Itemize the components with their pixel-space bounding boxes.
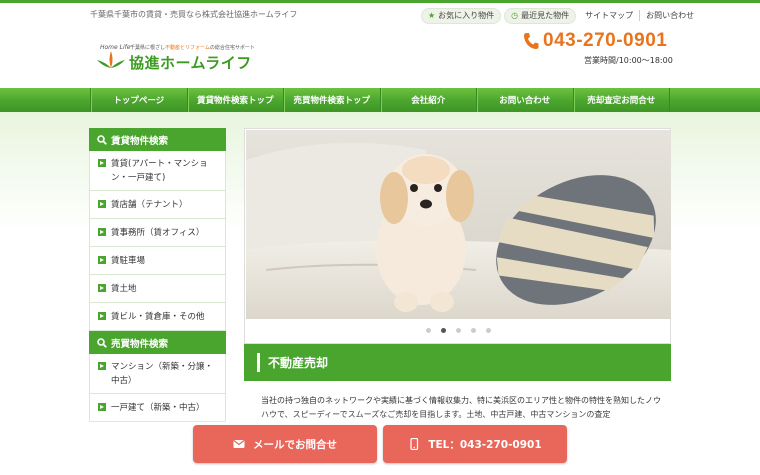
nav-item-rental-search[interactable]: 賃貸物件検索トップ [186,88,284,112]
arrow-bullet-icon [98,284,106,292]
section-heading: 不動産売却 [244,344,671,381]
star-icon: ★ [428,11,436,20]
slider-dot-active[interactable] [441,328,446,333]
favorites-label: お気に入り物件 [438,11,495,20]
clock-icon: ◷ [511,11,519,20]
business-hours: 営業時間/10:00～18:00 [584,56,673,65]
tel-contact-label: TEL：043-270-0901 [428,438,542,451]
sidebar-item-rental-other[interactable]: 賃ビル・賃倉庫・その他 [89,303,226,331]
sidebar-heading-rental: 賃貸物件検索 [89,128,226,151]
leaf-logo-icon [97,51,125,68]
sidebar-item-sale-mansion[interactable]: マンション（新築・分譲・中古） [89,354,226,394]
arrow-bullet-icon [98,362,106,370]
global-nav: トップページ 賃貸物件検索トップ 売買物件検索トップ 会社紹介 お問い合わせ 売… [0,88,760,112]
arrow-bullet-icon [98,159,106,167]
envelope-icon [233,439,245,448]
nav-item-top[interactable]: トップページ [90,88,187,112]
contact-link[interactable]: お問い合わせ [639,10,700,21]
phone-number: 043-270-0901 [543,30,668,51]
sidebar-item-rental-land[interactable]: 賃土地 [89,275,226,303]
sidebar-item-rental-store[interactable]: 賃店舗（テナント） [89,191,226,219]
nav-item-company[interactable]: 会社紹介 [379,88,477,112]
recent-link[interactable]: ◷ 最近見た物件 [504,7,577,24]
sidebar-item-rental-residential[interactable]: 賃貸(アパート・マンション・一戸建て) [89,151,226,191]
favorites-link[interactable]: ★ お気に入り物件 [421,7,502,24]
sidebar-heading-sale: 売買物件検索 [89,331,226,354]
nav-item-sale-search[interactable]: 売買物件検索トップ [283,88,380,112]
top-accent-line [0,0,760,3]
tel-contact-button[interactable]: TEL：043-270-0901 [383,425,567,463]
arrow-bullet-icon [98,312,106,320]
mail-contact-button[interactable]: メールでお問合せ [193,425,377,463]
sidebar-item-rental-parking[interactable]: 賃駐車場 [89,247,226,275]
sidebar: 賃貸物件検索 賃貸(アパート・マンション・一戸建て) 賃店舗（テナント） 賃事務… [89,128,226,422]
site-tagline: 千葉県千葉市の賃貸・売買なら株式会社協進ホームライフ [90,10,298,19]
search-icon [97,134,107,145]
hero-slider[interactable] [244,128,671,344]
slider-dot[interactable] [456,328,461,333]
sidebar-item-rental-office[interactable]: 賃事務所（賃オフィス） [89,219,226,247]
mail-contact-label: メールでお問合せ [253,438,337,451]
slider-dot[interactable] [426,328,431,333]
arrow-bullet-icon [98,200,106,208]
site-logo[interactable]: Home Life 千葉県に根ざし不動産とリフォームの総合住宅サポート 協進ホー… [97,42,255,72]
slider-pagination [245,328,672,333]
slider-dot[interactable] [471,328,476,333]
slider-dot[interactable] [486,328,491,333]
recent-label: 最近見た物件 [521,11,570,20]
arrow-bullet-icon [98,228,106,236]
arrow-bullet-icon [98,256,106,264]
sitemap-link[interactable]: サイトマップ [579,10,639,21]
nav-item-sale-appraisal[interactable]: 売却査定お問合せ [572,88,670,112]
section-title: 不動産売却 [268,356,329,370]
bottom-fade-overlay [0,410,760,475]
utility-links: ★ お気に入り物件 ◷ 最近見た物件 サイトマップ お問い合わせ [421,7,700,24]
smartphone-icon [410,438,419,450]
phone-icon [524,33,539,49]
logo-subtitle: 千葉県に根ざし不動産とリフォームの総合住宅サポート [130,45,255,51]
slide-image-puppy [246,130,671,319]
header-phone[interactable]: 043-270-0901 [523,30,667,52]
heading-bar [257,353,260,372]
nav-item-contact[interactable]: お問い合わせ [476,88,573,112]
search-icon [97,337,107,348]
logo-name: 協進ホームライフ [129,54,252,72]
logo-brand-en: Home Life [100,44,131,51]
